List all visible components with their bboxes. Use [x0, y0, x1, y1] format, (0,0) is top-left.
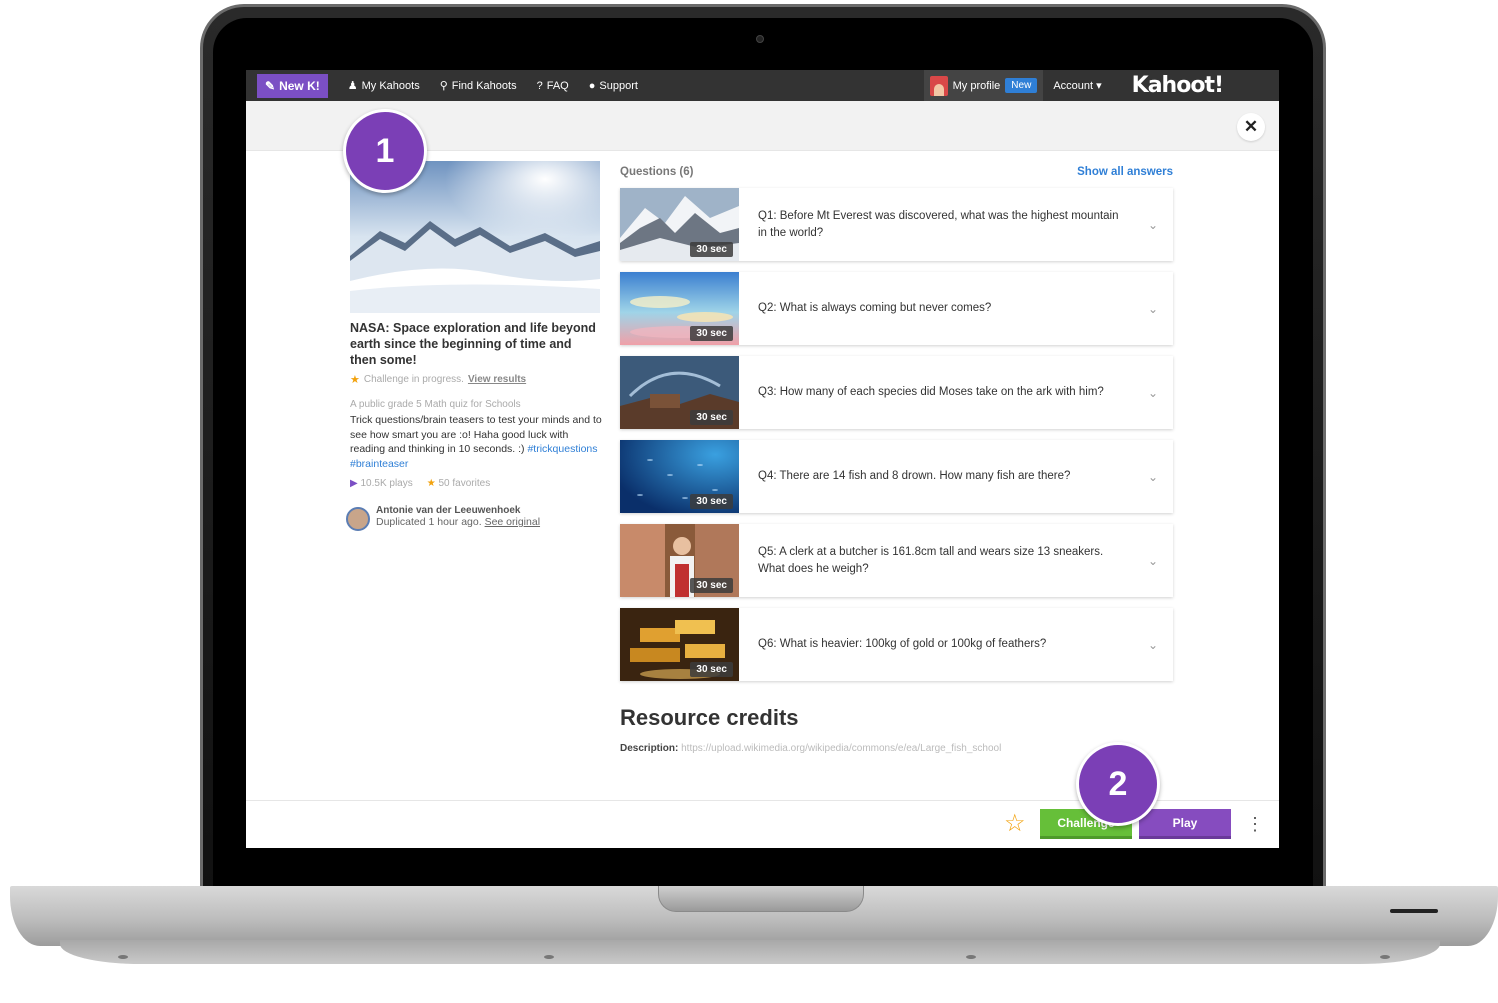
question-image: 30 sec [620, 356, 739, 429]
chevron-down-icon[interactable]: ⌄ [1133, 470, 1173, 484]
nav-find-kahoots[interactable]: ⚲ Find Kahoots [439, 79, 517, 93]
duplicated-text: Duplicated 1 hour ago. [376, 516, 482, 528]
question-card[interactable]: 30 sec Q4: There are 14 fish and 8 drown… [620, 440, 1173, 513]
question-image: 30 sec [620, 440, 739, 513]
nav-right: My profile New Account ▾ Kahoot! [923, 70, 1279, 101]
chevron-down-icon[interactable]: ⌄ [1133, 218, 1173, 232]
question-text: Q5: A clerk at a butcher is 161.8cm tall… [758, 545, 1104, 575]
time-badge: 30 sec [690, 578, 733, 593]
laptop-foot [1380, 955, 1390, 959]
close-icon: ✕ [1243, 117, 1259, 136]
favorites-count: 50 favorites [438, 478, 491, 489]
close-button[interactable]: ✕ [1237, 113, 1265, 141]
account-label: Account [1053, 80, 1094, 92]
chevron-down-icon[interactable]: ⌄ [1133, 554, 1173, 568]
play-button[interactable]: Play [1139, 809, 1231, 839]
chat-bubble-icon: ● [588, 79, 596, 92]
top-nav: ✎ New K! ♟ My Kahoots ⚲ Find Kahoots ? F… [246, 70, 1279, 101]
see-original-link[interactable]: See original [485, 516, 540, 528]
new-badge: New [1005, 78, 1038, 93]
trophy-icon: ★ [350, 374, 360, 386]
laptop-foot [118, 955, 128, 959]
time-badge: 30 sec [690, 410, 733, 425]
question-card[interactable]: 30 sec Q2: What is always coming but nev… [620, 272, 1173, 345]
laptop-foot [544, 955, 554, 959]
caret-down-icon: ▾ [1096, 80, 1102, 92]
laptop-indicator [1390, 909, 1438, 913]
question-text: Q6: What is heavier: 100kg of gold or 10… [758, 638, 1047, 650]
question-image: 30 sec [620, 524, 739, 597]
nav-faq[interactable]: ? FAQ [537, 80, 569, 92]
search-icon: ⚲ [439, 80, 448, 92]
question-card[interactable]: 30 sec Q6: What is heavier: 100kg of gol… [620, 608, 1173, 681]
question-card[interactable]: 30 sec Q5: A clerk at a butcher is 161.8… [620, 524, 1173, 597]
question-image: 30 sec [620, 272, 739, 345]
time-badge: 30 sec [690, 242, 733, 257]
callout-badge-1: 1 [343, 109, 427, 193]
nav-support[interactable]: ● Support [589, 80, 638, 92]
question-text: Q3: How many of each species did Moses t… [758, 386, 1104, 398]
author-block: Antonie van der Leeuwenhoek Duplicated 1… [346, 505, 540, 531]
chevron-down-icon[interactable]: ⌄ [1133, 302, 1173, 316]
plays-count: 10.5K plays [360, 478, 413, 489]
credits-url[interactable]: https://upload.wikimedia.org/wikipedia/c… [681, 743, 1001, 754]
star-icon: ★ [426, 478, 436, 489]
new-kahoot-button[interactable]: ✎ New K! [257, 73, 328, 98]
user-icon: ♟ [347, 80, 358, 92]
question-text: Q4: There are 14 fish and 8 drown. How m… [758, 470, 1071, 482]
time-badge: 30 sec [690, 662, 733, 677]
my-profile-link[interactable]: My profile New [923, 70, 1044, 101]
time-badge: 30 sec [690, 494, 733, 509]
nav-my-kahoots[interactable]: ♟ My Kahoots [347, 79, 420, 93]
nav-find-kahoots-label: Find Kahoots [451, 79, 517, 92]
laptop-mockup: ✎ New K! ♟ My Kahoots ⚲ Find Kahoots ? F… [0, 0, 1498, 1003]
chevron-down-icon[interactable]: ⌄ [1133, 386, 1173, 400]
credits-label: Description: [620, 743, 679, 754]
nav-support-label: Support [599, 79, 638, 92]
camera-icon [756, 35, 764, 43]
laptop-base-bottom [60, 940, 1440, 964]
resource-credits-title: Resource credits [620, 705, 799, 730]
resource-credits-description: Description: https://upload.wikimedia.or… [620, 743, 1140, 754]
laptop-foot [966, 955, 976, 959]
question-circle-icon: ? [536, 79, 543, 92]
kahoot-meta: A public grade 5 Math quiz for Schools [350, 399, 521, 410]
questions-count: Questions (6) [620, 166, 694, 178]
show-all-answers-link[interactable]: Show all answers [1077, 166, 1173, 178]
question-text: Q2: What is always coming but never come… [758, 302, 992, 314]
kahoot-description: Trick questions/brain teasers to test yo… [350, 413, 604, 471]
duplicated-info: Duplicated 1 hour ago. See original [376, 516, 540, 528]
kahoot-title: NASA: Space exploration and life beyond … [350, 321, 596, 367]
avatar [929, 75, 948, 96]
play-icon: ▶ [350, 478, 358, 489]
nav-faq-label: FAQ [546, 79, 569, 92]
challenge-status-text: Challenge in progress. [363, 374, 464, 385]
new-kahoot-label: New K! [279, 78, 320, 93]
my-profile-label: My profile [952, 79, 1001, 92]
kahoot-logo[interactable]: Kahoot! [1132, 73, 1224, 98]
more-options-icon[interactable]: ⋮ [1246, 811, 1264, 837]
challenge-status: ★ Challenge in progress. View results [350, 373, 526, 386]
author-avatar [346, 507, 370, 531]
question-card[interactable]: 30 sec Q3: How many of each species did … [620, 356, 1173, 429]
edit-icon: ✎ [265, 78, 276, 93]
question-text: Q1: Before Mt Everest was discovered, wh… [758, 209, 1119, 239]
account-dropdown[interactable]: Account ▾ [1053, 79, 1101, 92]
time-badge: 30 sec [690, 326, 733, 341]
question-card[interactable]: 30 sec Q1: Before Mt Everest was discove… [620, 188, 1173, 261]
chevron-down-icon[interactable]: ⌄ [1133, 638, 1173, 652]
callout-badge-2: 2 [1076, 742, 1160, 826]
author-name[interactable]: Antonie van der Leeuwenhoek [376, 505, 540, 516]
nav-my-kahoots-label: My Kahoots [361, 79, 420, 92]
laptop-notch [658, 886, 864, 912]
favorite-star-icon[interactable]: ☆ [1004, 811, 1026, 837]
questions-header: Questions (6) Show all answers [620, 166, 1173, 178]
kahoot-stats: ▶ 10.5K plays ★ 50 favorites [350, 478, 490, 489]
question-image: 30 sec [620, 188, 739, 261]
view-results-link[interactable]: View results [468, 374, 526, 385]
question-image: 30 sec [620, 608, 739, 681]
